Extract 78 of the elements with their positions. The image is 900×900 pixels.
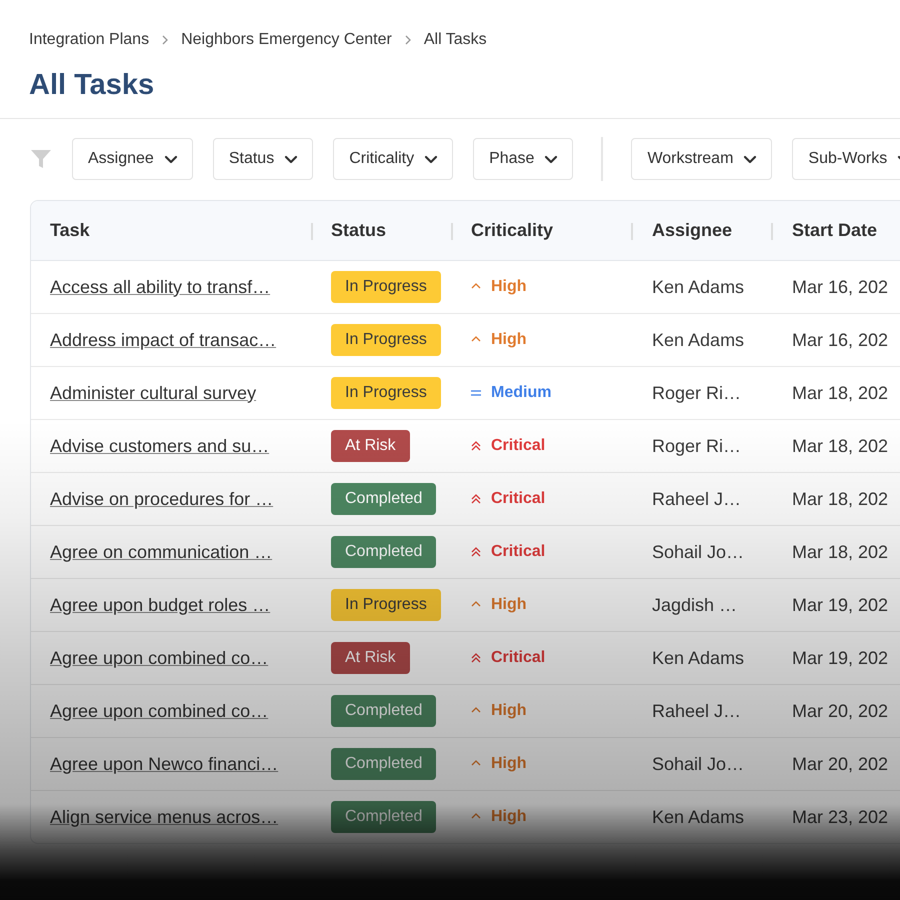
assignee-name: Sohail Jo… bbox=[652, 754, 744, 774]
task-link[interactable]: Agree upon budget roles … bbox=[50, 594, 270, 616]
task-link[interactable]: Administer cultural survey bbox=[50, 382, 256, 404]
task-link[interactable]: Advise customers and su… bbox=[50, 436, 270, 456]
criticality-label: Critical bbox=[491, 490, 546, 508]
chevron-down-icon bbox=[424, 153, 438, 165]
task-link[interactable]: Agree upon combined co… bbox=[50, 700, 268, 722]
breadcrumb-link[interactable]: Integration Plans bbox=[29, 31, 150, 49]
status-badge: In Progress bbox=[331, 377, 441, 409]
criticality-label: High bbox=[491, 702, 527, 720]
assignee-name: Jagdish … bbox=[652, 594, 738, 616]
filter-icon bbox=[30, 149, 52, 169]
start-date: Mar 18, 202 bbox=[792, 488, 888, 510]
assignee-name: Ken Adams bbox=[652, 806, 744, 828]
start-date: Mar 18, 202 bbox=[792, 436, 888, 456]
assignee-name: Roger Ri… bbox=[652, 436, 742, 456]
criticality-label: Critical bbox=[491, 437, 546, 455]
criticality-label: Critical bbox=[491, 649, 546, 667]
assignee-name: Roger Ri… bbox=[652, 382, 742, 404]
chevron-down-icon bbox=[544, 153, 558, 165]
filter-dropdown[interactable]: Sub-Works bbox=[792, 138, 900, 180]
filter-dropdown[interactable]: Criticality bbox=[333, 138, 454, 180]
status-badge: Completed bbox=[331, 748, 436, 780]
column-header[interactable]: Task bbox=[50, 220, 90, 241]
criticality-label: Medium bbox=[491, 384, 552, 402]
filter-dropdown[interactable]: Assignee bbox=[72, 138, 193, 180]
status-badge: Completed bbox=[331, 536, 436, 568]
status-badge: In Progress bbox=[331, 324, 441, 356]
status-badge: At Risk bbox=[331, 642, 410, 674]
task-link[interactable]: Agree upon combined co… bbox=[50, 648, 268, 668]
chevron-down-icon bbox=[284, 153, 298, 165]
status-badge: At Risk bbox=[331, 430, 410, 462]
task-link[interactable]: Agree on communication … bbox=[50, 542, 272, 562]
start-date: Mar 20, 202 bbox=[792, 700, 888, 722]
chevron-right-icon bbox=[161, 34, 170, 46]
criticality-label: High bbox=[491, 278, 527, 296]
start-date: Mar 19, 202 bbox=[792, 594, 888, 616]
criticality-label: High bbox=[491, 755, 527, 773]
assignee-name: Ken Adams bbox=[652, 330, 744, 350]
column-header[interactable]: Status bbox=[331, 220, 386, 241]
chevron-right-icon bbox=[404, 34, 412, 46]
column-header[interactable]: Assignee bbox=[652, 220, 732, 241]
task-link[interactable]: Access all ability to transf… bbox=[50, 276, 270, 298]
status-badge: In Progress bbox=[331, 589, 441, 621]
assignee-name: Ken Adams bbox=[652, 648, 744, 668]
task-link[interactable]: Align service menus acros… bbox=[50, 806, 278, 828]
task-link[interactable]: Advise on procedures for … bbox=[50, 488, 274, 510]
criticality-label: High bbox=[491, 331, 527, 349]
filter-dropdown[interactable]: Workstream bbox=[631, 138, 772, 180]
status-badge: Completed bbox=[331, 483, 436, 515]
assignee-name: Raheel J… bbox=[652, 700, 742, 722]
assignee-name: Ken Adams bbox=[652, 276, 744, 298]
chevron-down-icon bbox=[743, 153, 758, 165]
filter-dropdown[interactable]: Status bbox=[212, 138, 314, 180]
filter-dropdown[interactable]: Phase bbox=[473, 138, 574, 180]
status-badge: Completed bbox=[331, 801, 436, 833]
breadcrumb-link[interactable]: All Tasks bbox=[424, 31, 487, 49]
breadcrumb-link[interactable]: Neighbors Emergency Center bbox=[181, 31, 392, 49]
status-badge: In Progress bbox=[331, 271, 441, 303]
start-date: Mar 16, 202 bbox=[792, 330, 888, 350]
start-date: Mar 20, 202 bbox=[792, 754, 888, 774]
criticality-label: High bbox=[491, 808, 527, 826]
column-header[interactable]: Start Date bbox=[792, 220, 878, 241]
page-title: All Tasks bbox=[29, 68, 156, 103]
assignee-name: Raheel J… bbox=[652, 488, 742, 510]
criticality-label: High bbox=[491, 596, 527, 614]
column-header[interactable]: Criticality bbox=[471, 220, 554, 241]
task-link[interactable]: Agree upon Newco financi… bbox=[50, 754, 278, 774]
task-link[interactable]: Address impact of transac… bbox=[50, 330, 276, 350]
assignee-name: Sohail Jo… bbox=[652, 542, 744, 562]
status-badge: Completed bbox=[331, 695, 436, 727]
start-date: Mar 18, 202 bbox=[792, 382, 888, 404]
start-date: Mar 19, 202 bbox=[792, 648, 888, 668]
start-date: Mar 18, 202 bbox=[792, 542, 888, 562]
start-date: Mar 16, 202 bbox=[792, 276, 888, 298]
start-date: Mar 23, 202 bbox=[792, 806, 888, 828]
criticality-label: Critical bbox=[491, 543, 546, 561]
chevron-down-icon bbox=[164, 153, 178, 165]
